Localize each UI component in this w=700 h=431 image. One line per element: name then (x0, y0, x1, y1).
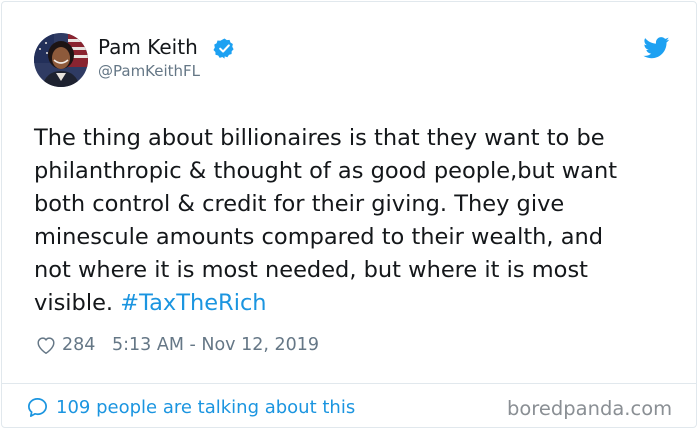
tweet-card: Pam Keith @PamKeithFL The thing about bi… (1, 1, 697, 428)
tweet-line: visible. (34, 290, 114, 316)
tweet-last-line: visible. #TaxTheRich (34, 287, 684, 320)
avatar-image (34, 33, 88, 87)
tweet-line: minescule amounts compared to their weal… (34, 224, 604, 250)
user-handle[interactable]: @PamKeithFL (98, 62, 200, 80)
tweet-line: both control & credit for their giving. … (34, 191, 565, 217)
avatar[interactable] (34, 33, 88, 87)
heart-icon[interactable] (35, 334, 57, 356)
tweet-text: The thing about billionaires is that the… (34, 122, 684, 320)
tweet-line: not where it is most needed, but where i… (34, 257, 588, 283)
verified-badge-icon (213, 38, 234, 59)
hashtag-link[interactable]: #TaxTheRich (120, 290, 266, 316)
like-count[interactable]: 284 (62, 332, 95, 358)
display-name[interactable]: Pam Keith (98, 35, 198, 59)
tweet-line: philanthropic & thought of as good peopl… (34, 158, 618, 184)
tweet-line: The thing about billionaires is that the… (34, 125, 605, 151)
watermark: boredpanda.com (507, 397, 673, 420)
twitter-bird-icon[interactable] (643, 37, 670, 59)
timestamp[interactable]: 5:13 AM - Nov 12, 2019 (112, 332, 319, 358)
conversation-link[interactable]: 109 people are talking about this (56, 395, 355, 421)
divider (2, 383, 696, 384)
speech-bubble-icon[interactable] (26, 396, 49, 419)
